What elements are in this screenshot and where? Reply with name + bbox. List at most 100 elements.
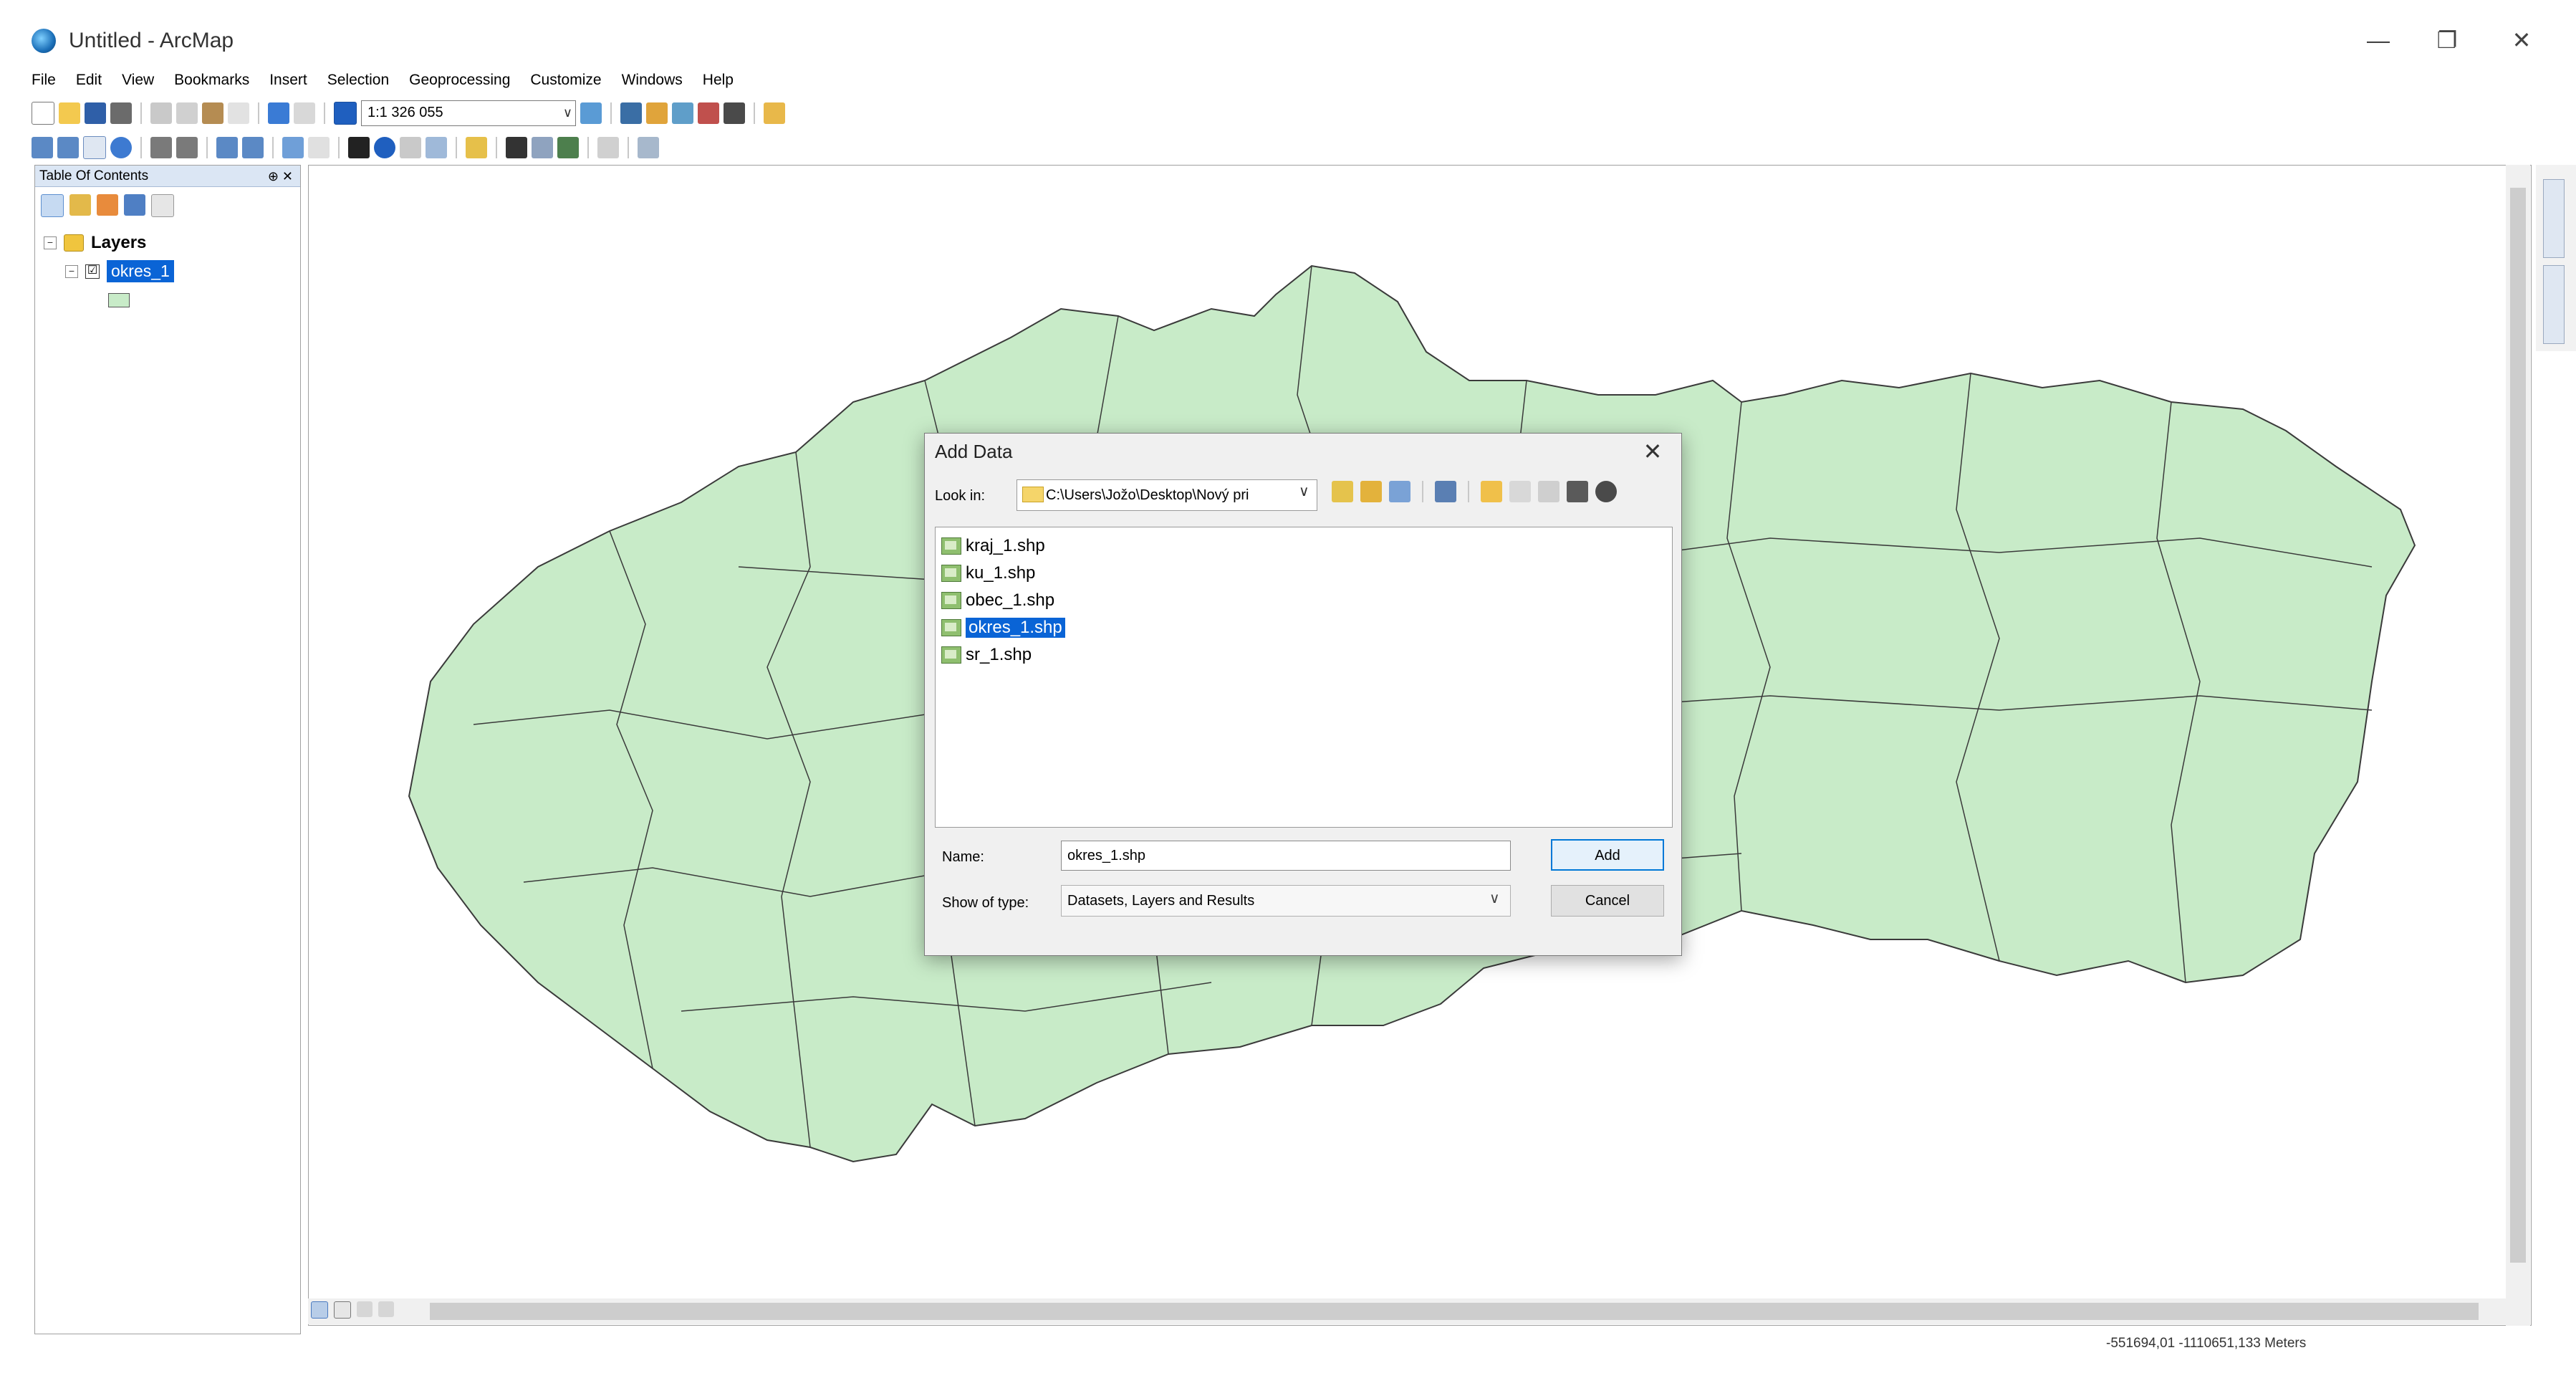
look-in-dropdown[interactable]: C:\Users\Jožo\Desktop\Nový pri [1017, 479, 1317, 511]
go-to-xy-icon[interactable] [557, 137, 579, 158]
layer-name[interactable]: okres_1 [107, 260, 174, 282]
delete-icon[interactable] [228, 102, 249, 124]
toc-options-icon[interactable] [151, 194, 174, 217]
close-button[interactable]: ✕ [2500, 24, 2543, 56]
find-route-icon[interactable] [532, 137, 553, 158]
list-item[interactable]: obec_1.shp [941, 590, 1054, 611]
full-extent-icon[interactable] [110, 137, 132, 158]
fixed-zoom-out-icon[interactable] [176, 137, 198, 158]
layer-row-okres[interactable]: − ☑ okres_1 [65, 260, 174, 282]
standard-toolbar: 1:1 326 055 ∨ [32, 97, 785, 129]
map-scale-field[interactable]: 1:1 326 055 ∨ [361, 100, 576, 126]
list-item-selected[interactable]: okres_1.shp [941, 618, 1065, 638]
up-one-level-icon[interactable] [1332, 481, 1353, 502]
new-document-icon[interactable] [32, 102, 54, 125]
menu-help[interactable]: Help [703, 72, 734, 89]
pan-icon[interactable] [83, 136, 106, 159]
copy-icon[interactable] [1538, 481, 1559, 502]
cancel-button[interactable]: Cancel [1551, 885, 1664, 917]
paste-icon[interactable] [202, 102, 224, 124]
list-item[interactable]: sr_1.shp [941, 645, 1032, 665]
save-icon[interactable] [85, 102, 106, 124]
arctoolbox-icon[interactable] [698, 102, 719, 124]
python-window-icon[interactable] [724, 102, 745, 124]
cut-icon[interactable] [150, 102, 172, 124]
minimize-button[interactable]: — [2357, 24, 2400, 56]
menu-customize[interactable]: Customize [530, 72, 601, 89]
identify-icon[interactable] [374, 137, 395, 158]
clear-selection-icon[interactable] [308, 137, 330, 158]
refresh-icon[interactable] [357, 1301, 373, 1317]
list-item[interactable]: ku_1.shp [941, 563, 1035, 583]
collapse-layer-icon[interactable]: − [65, 264, 78, 278]
time-slider-icon[interactable] [597, 137, 619, 158]
add-data-icon[interactable] [334, 102, 357, 125]
connect-to-database-icon[interactable] [1595, 481, 1617, 502]
maximize-button[interactable]: ❐ [2426, 24, 2469, 56]
back-extent-icon[interactable] [216, 137, 238, 158]
list-item[interactable]: kraj_1.shp [941, 536, 1045, 556]
show-of-type-select[interactable]: Datasets, Layers and Results [1061, 885, 1511, 917]
menu-insert[interactable]: Insert [269, 72, 307, 89]
chevron-down-icon[interactable]: ∨ [563, 101, 572, 124]
go-to-home-icon[interactable] [1360, 481, 1382, 502]
zoom-out-icon[interactable] [57, 137, 79, 158]
folder-icon [1022, 487, 1044, 502]
forward-extent-icon[interactable] [242, 137, 264, 158]
select-features-icon[interactable] [282, 137, 304, 158]
delete-icon[interactable] [1567, 481, 1588, 502]
toc-pin-close-controls[interactable]: ⊕ ✕ [268, 166, 293, 187]
search-tab[interactable] [2543, 265, 2565, 344]
menu-windows[interactable]: Windows [622, 72, 683, 89]
menu-view[interactable]: View [122, 72, 154, 89]
layer-symbol-swatch[interactable] [108, 293, 130, 307]
file-list[interactable]: kraj_1.shp ku_1.shp obec_1.shp okres_1.s… [935, 527, 1673, 828]
pause-drawing-icon[interactable] [378, 1301, 394, 1317]
catalog-tab[interactable] [2543, 179, 2565, 258]
layers-group-row[interactable]: − Layers [44, 233, 146, 253]
hyperlink-icon[interactable] [400, 137, 421, 158]
list-by-source-icon[interactable] [69, 194, 91, 216]
menu-selection[interactable]: Selection [327, 72, 389, 89]
list-by-visibility-icon[interactable] [97, 194, 118, 216]
menu-edit[interactable]: Edit [76, 72, 102, 89]
layout-view-icon[interactable] [334, 1301, 351, 1319]
view-menu-icon[interactable] [1435, 481, 1456, 502]
catalog-window-icon[interactable] [646, 102, 668, 124]
measure-icon[interactable] [466, 137, 487, 158]
data-view-icon[interactable] [311, 1301, 328, 1319]
name-field[interactable]: okres_1.shp [1061, 841, 1511, 871]
horizontal-scrollbar-thumb[interactable] [430, 1303, 2479, 1320]
chevron-down-icon[interactable]: ∨ [1489, 889, 1500, 907]
dialog-close-button[interactable]: ✕ [1638, 438, 1667, 465]
menu-file[interactable]: File [32, 72, 56, 89]
menu-geoprocessing[interactable]: Geoprocessing [409, 72, 510, 89]
fixed-zoom-in-icon[interactable] [150, 137, 172, 158]
undo-icon[interactable] [268, 102, 289, 124]
look-in-label: Look in: [935, 488, 986, 504]
zoom-in-icon[interactable] [32, 137, 53, 158]
layer-visibility-checkbox[interactable]: ☑ [85, 264, 100, 279]
modelbuilder-icon[interactable] [764, 102, 785, 124]
list-by-selection-icon[interactable] [124, 194, 145, 216]
chevron-down-icon[interactable]: ∨ [1299, 482, 1309, 500]
copy-icon[interactable] [176, 102, 198, 124]
vertical-scrollbar-thumb[interactable] [2510, 188, 2526, 1263]
create-viewer-window-icon[interactable] [638, 137, 659, 158]
find-binoculars-icon[interactable] [506, 137, 527, 158]
select-elements-icon[interactable] [348, 137, 370, 158]
search-window-icon[interactable] [672, 102, 693, 124]
menu-bookmarks[interactable]: Bookmarks [174, 72, 249, 89]
editor-toolbar-icon[interactable] [580, 102, 602, 124]
print-icon[interactable] [110, 102, 132, 124]
collapse-layers-icon[interactable]: − [44, 236, 57, 249]
html-popup-icon[interactable] [426, 137, 447, 158]
table-of-contents-icon[interactable] [620, 102, 642, 124]
new-folder-icon[interactable] [1509, 481, 1531, 502]
open-folder-icon[interactable] [59, 102, 80, 124]
redo-icon[interactable] [294, 102, 315, 124]
connect-to-folder-icon[interactable] [1481, 481, 1502, 502]
list-by-drawing-order-icon[interactable] [41, 194, 64, 217]
toggle-contents-panel-icon[interactable] [1389, 481, 1410, 502]
add-button[interactable]: Add [1551, 839, 1664, 871]
